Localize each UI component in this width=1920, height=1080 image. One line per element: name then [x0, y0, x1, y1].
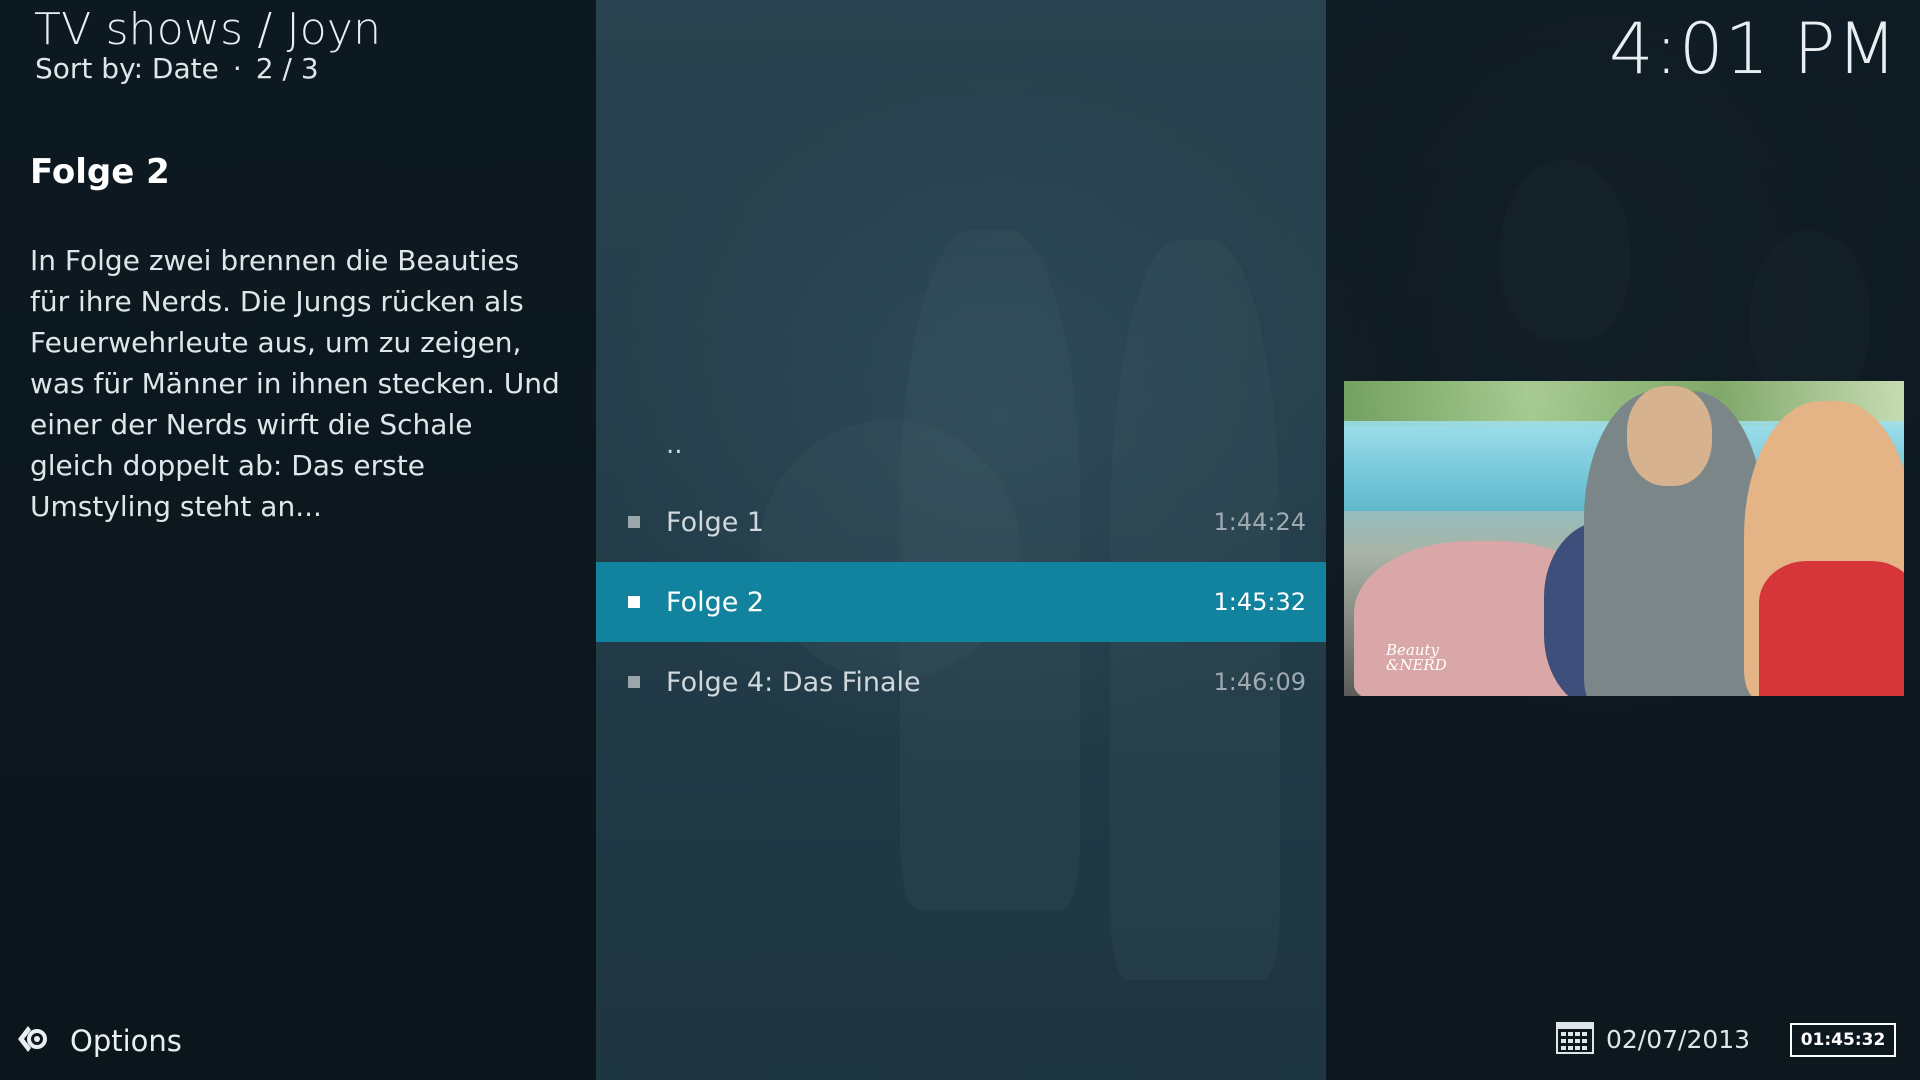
options-icon	[14, 1022, 48, 1060]
episode-label: Folge 4: Das Finale	[666, 666, 921, 698]
episode-duration: 1:45:32	[1213, 588, 1306, 616]
thumbnail-scene	[1627, 386, 1712, 486]
item-position: 2 / 3	[255, 52, 319, 85]
duration-badge: 01:45:32	[1790, 1023, 1896, 1057]
aired-date: 02/07/2013	[1606, 1024, 1751, 1054]
list-item-selected[interactable]: Folge 2 1:45:32	[596, 562, 1326, 642]
parent-folder-label: ..	[666, 430, 683, 460]
bullet-icon	[628, 596, 640, 608]
separator-dot: ·	[232, 52, 242, 85]
list-item[interactable]: Folge 4: Das Finale 1:46:09	[596, 642, 1326, 722]
clock: 4:01 PM	[1608, 8, 1898, 90]
options-button[interactable]: Options	[14, 1022, 182, 1060]
list-item-parent[interactable]: ..	[596, 405, 1326, 485]
bullet-icon	[628, 516, 640, 528]
sort-label[interactable]: Sort by: Date	[35, 52, 219, 85]
show-logo-line: &NERD	[1386, 656, 1447, 674]
bullet-icon	[628, 676, 640, 688]
episode-plot: In Folge zwei brennen die Beauties für i…	[30, 244, 560, 523]
episode-duration: 1:46:09	[1213, 668, 1306, 696]
show-logo: Beauty &NERD	[1386, 643, 1447, 673]
episode-title: Folge 2	[30, 152, 170, 192]
list-item[interactable]: Folge 1 1:44:24	[596, 482, 1326, 562]
page-title: TV shows / Joyn	[34, 4, 382, 55]
date-info: 02/07/2013	[1556, 1020, 1750, 1058]
episode-label: Folge 2	[666, 586, 765, 618]
calendar-icon	[1556, 1020, 1594, 1058]
thumbnail-scene	[1759, 561, 1904, 696]
sort-info: Sort by: Date · 2 / 3	[35, 52, 319, 85]
options-label: Options	[70, 1024, 182, 1058]
episode-list: .. Folge 1 1:44:24 Folge 2 1:45:32 Folge…	[596, 0, 1326, 1080]
episode-duration: 1:44:24	[1213, 508, 1306, 536]
episode-label: Folge 1	[666, 506, 765, 538]
episode-thumbnail: Beauty &NERD	[1344, 381, 1904, 696]
